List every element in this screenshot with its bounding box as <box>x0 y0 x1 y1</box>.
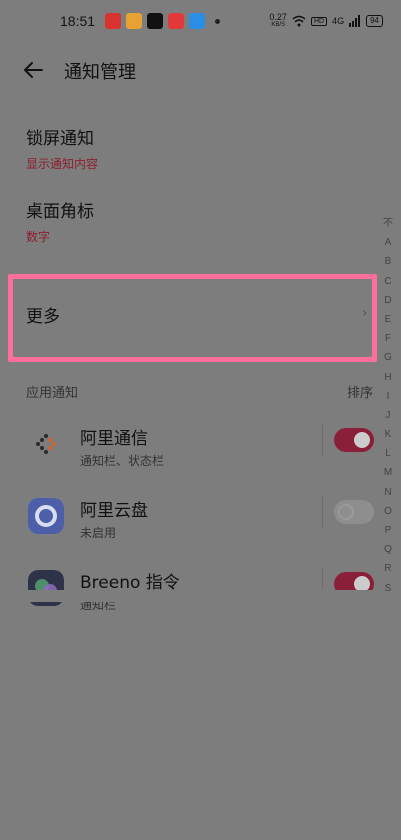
index-letter[interactable]: H <box>384 368 391 387</box>
index-letter[interactable]: P <box>385 521 392 540</box>
status-indicators: 0.27 KB/S HD 4G 94 <box>269 13 383 29</box>
app-notification-toggle[interactable] <box>334 428 374 452</box>
status-bar: 18:51 0.27 KB/S HD 4G 94 <box>0 0 401 42</box>
divider <box>322 424 323 456</box>
index-letter[interactable]: M <box>384 463 392 482</box>
more-highlight-box[interactable] <box>8 274 377 362</box>
page-title: 通知管理 <box>64 62 136 83</box>
index-letter[interactable]: K <box>385 425 392 444</box>
app-red-icon <box>168 13 185 29</box>
chevron-right-icon: › <box>362 305 368 321</box>
top-bar: 通知管理 <box>0 48 401 92</box>
wifi-icon <box>292 15 306 27</box>
index-letter[interactable]: Q <box>384 540 392 559</box>
net-speed: 0.27 <box>269 12 287 22</box>
sort-button[interactable]: 排序 <box>347 382 373 401</box>
signal-label: 4G <box>332 16 345 26</box>
index-letter[interactable]: C <box>384 272 391 291</box>
back-arrow-icon[interactable] <box>22 58 46 82</box>
index-letter[interactable]: I <box>387 387 390 406</box>
status-time: 18:51 <box>60 13 96 29</box>
news-app-icon <box>105 13 122 29</box>
app-row[interactable]: 阿里通信 通知栏、状态栏 <box>0 418 401 490</box>
more-label[interactable]: 更多 <box>26 302 60 327</box>
index-letter[interactable]: D <box>384 291 391 310</box>
index-letter[interactable]: J <box>386 406 391 425</box>
index-letter[interactable]: E <box>385 310 392 329</box>
tiktok-icon <box>147 13 164 29</box>
notification-icons <box>105 13 206 29</box>
list-clip-edge <box>0 590 401 602</box>
index-letter[interactable]: L <box>385 444 391 463</box>
index-letter[interactable]: G <box>384 348 392 367</box>
app-notification-toggle[interactable] <box>334 500 374 524</box>
app-status: 未启用 <box>80 526 117 540</box>
index-letter[interactable]: F <box>385 329 391 348</box>
index-letter[interactable]: O <box>384 502 392 521</box>
app-status: 通知栏、状态栏 <box>80 454 165 468</box>
setting-title: 锁屏通知 <box>26 129 94 149</box>
more-notifications-dot <box>215 18 221 24</box>
setting-value: 数字 <box>26 230 51 244</box>
toggle-knob <box>338 504 354 520</box>
index-letter[interactable]: A <box>385 233 392 252</box>
app-notifications-header: 应用通知 <box>26 386 79 401</box>
hd-badge: HD <box>310 16 328 26</box>
ali-telecom-icon <box>36 434 56 454</box>
weibo-icon <box>126 13 143 29</box>
badge-setting[interactable]: 桌面角标 数字 <box>26 197 94 245</box>
signal-icon <box>349 15 361 27</box>
toggle-knob <box>354 432 370 448</box>
divider <box>322 496 323 528</box>
index-letter[interactable]: S <box>385 579 392 598</box>
setting-title: 桌面角标 <box>26 202 94 222</box>
aliyun-drive-icon <box>28 498 64 534</box>
app-blue-icon <box>189 13 206 29</box>
net-unit: KB/S <box>271 22 286 28</box>
index-letter[interactable]: B <box>385 252 392 271</box>
battery-indicator: 94 <box>366 15 383 27</box>
lockscreen-notification-setting[interactable]: 锁屏通知 显示通知内容 <box>26 124 98 172</box>
setting-value: 显示通知内容 <box>26 157 99 171</box>
app-row[interactable]: 阿里云盘 未启用 <box>0 490 401 562</box>
app-name: 阿里通信 <box>80 429 148 449</box>
index-letter[interactable]: N <box>384 483 391 502</box>
index-letter[interactable]: R <box>384 559 391 578</box>
alphabet-index-bar[interactable]: 不 A B C D E F G H I J K L M N O P Q R S <box>380 214 396 598</box>
app-name: 阿里云盘 <box>80 501 148 521</box>
index-letter[interactable]: 不 <box>383 214 393 233</box>
network-speed: 0.27 KB/S <box>269 13 287 29</box>
